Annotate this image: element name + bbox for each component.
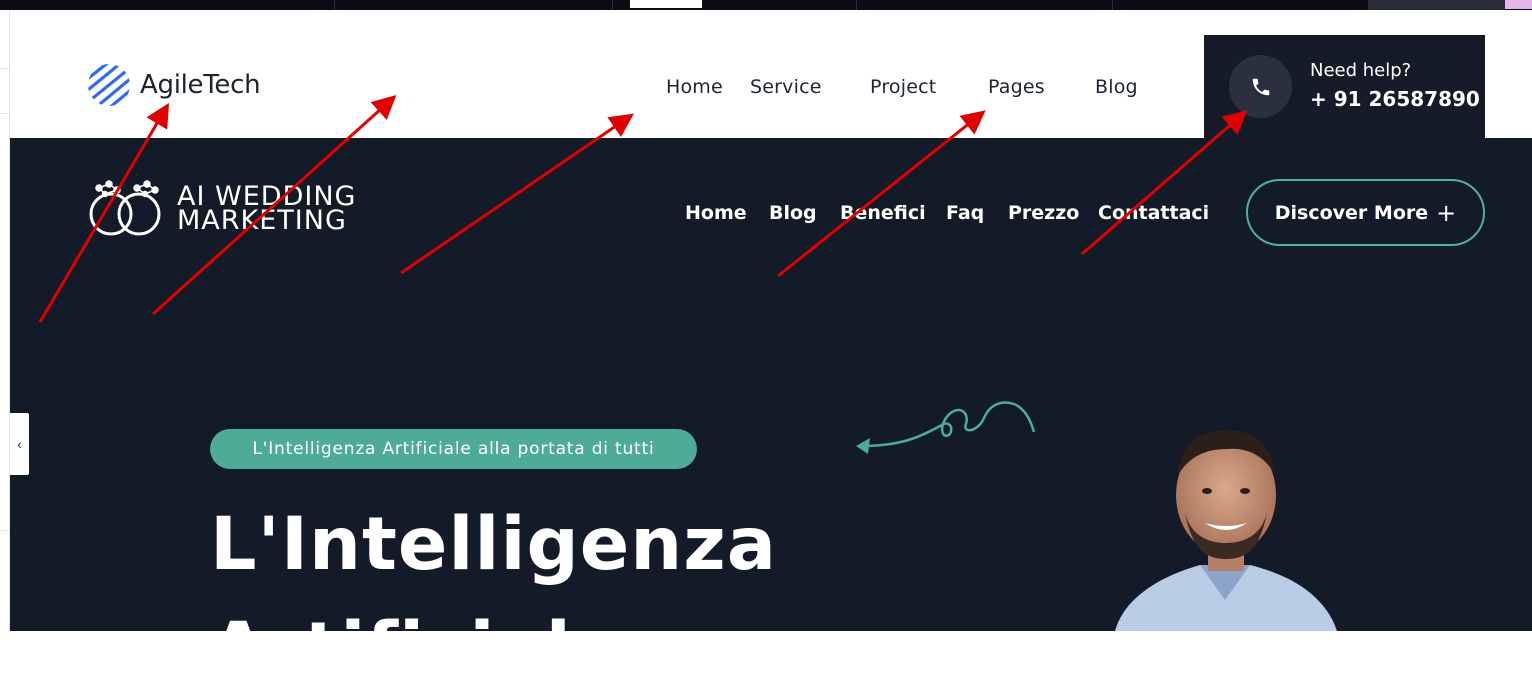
help-label: Need help? [1310,60,1412,81]
discover-more-button[interactable]: Discover More + [1246,179,1485,246]
strip-pink [1505,0,1532,9]
nav-faq[interactable]: Faq [946,202,984,224]
nav-home[interactable]: Home [685,202,747,224]
phone-button[interactable] [1229,55,1292,118]
hero-headline-line1: L'Intelligenza [210,502,777,587]
agiletech-logo[interactable]: AgileTech [86,62,261,108]
ai-wedding-brand: AI WEDDING MARKETING [177,183,356,236]
strip-divider [856,0,857,10]
nav-prezzo[interactable]: Prezzo [1008,202,1079,224]
discover-more-label: Discover More [1274,201,1429,224]
plus-icon: + [1436,198,1457,227]
left-gutter [0,10,10,631]
chevron-left-icon: ‹ [17,436,22,452]
ref-nav-service[interactable]: Service [750,76,822,98]
squiggle-arrow-icon [856,401,1036,454]
nav-blog[interactable]: Blog [769,202,817,224]
strip-highlight [630,0,702,8]
nav-contattaci[interactable]: Contattaci [1098,202,1209,224]
strip-grey [1368,0,1505,10]
hero-tag-badge: L'Intelligenza Artificiale alla portata … [210,429,697,469]
strip-divider [1112,0,1113,10]
brand-line-2: MARKETING [177,205,347,236]
nav-benefici[interactable]: Benefici [840,202,926,224]
strip-divider [334,0,335,10]
help-phone[interactable]: + 91 26587890 [1310,87,1480,111]
ref-nav-pages[interactable]: Pages [988,76,1045,98]
strip-divider [612,0,613,10]
help-box[interactable]: Need help? + 91 26587890 [1204,35,1485,138]
ref-nav-home[interactable]: Home [666,76,723,98]
agiletech-brand-name: AgileTech [140,70,261,100]
ai-wedding-logo[interactable]: AI WEDDING MARKETING [87,180,356,238]
ref-nav-blog[interactable]: Blog [1095,76,1138,98]
presenter-photo [1115,430,1337,631]
slider-prev-button[interactable]: ‹ [10,413,29,475]
ref-nav-project[interactable]: Project [870,76,936,98]
top-strip [0,0,1532,10]
hero-headline-line2: Artificiale [210,607,623,692]
agiletech-logo-icon [88,64,130,106]
wedding-rings-icon [89,180,161,236]
phone-icon [1252,78,1269,95]
